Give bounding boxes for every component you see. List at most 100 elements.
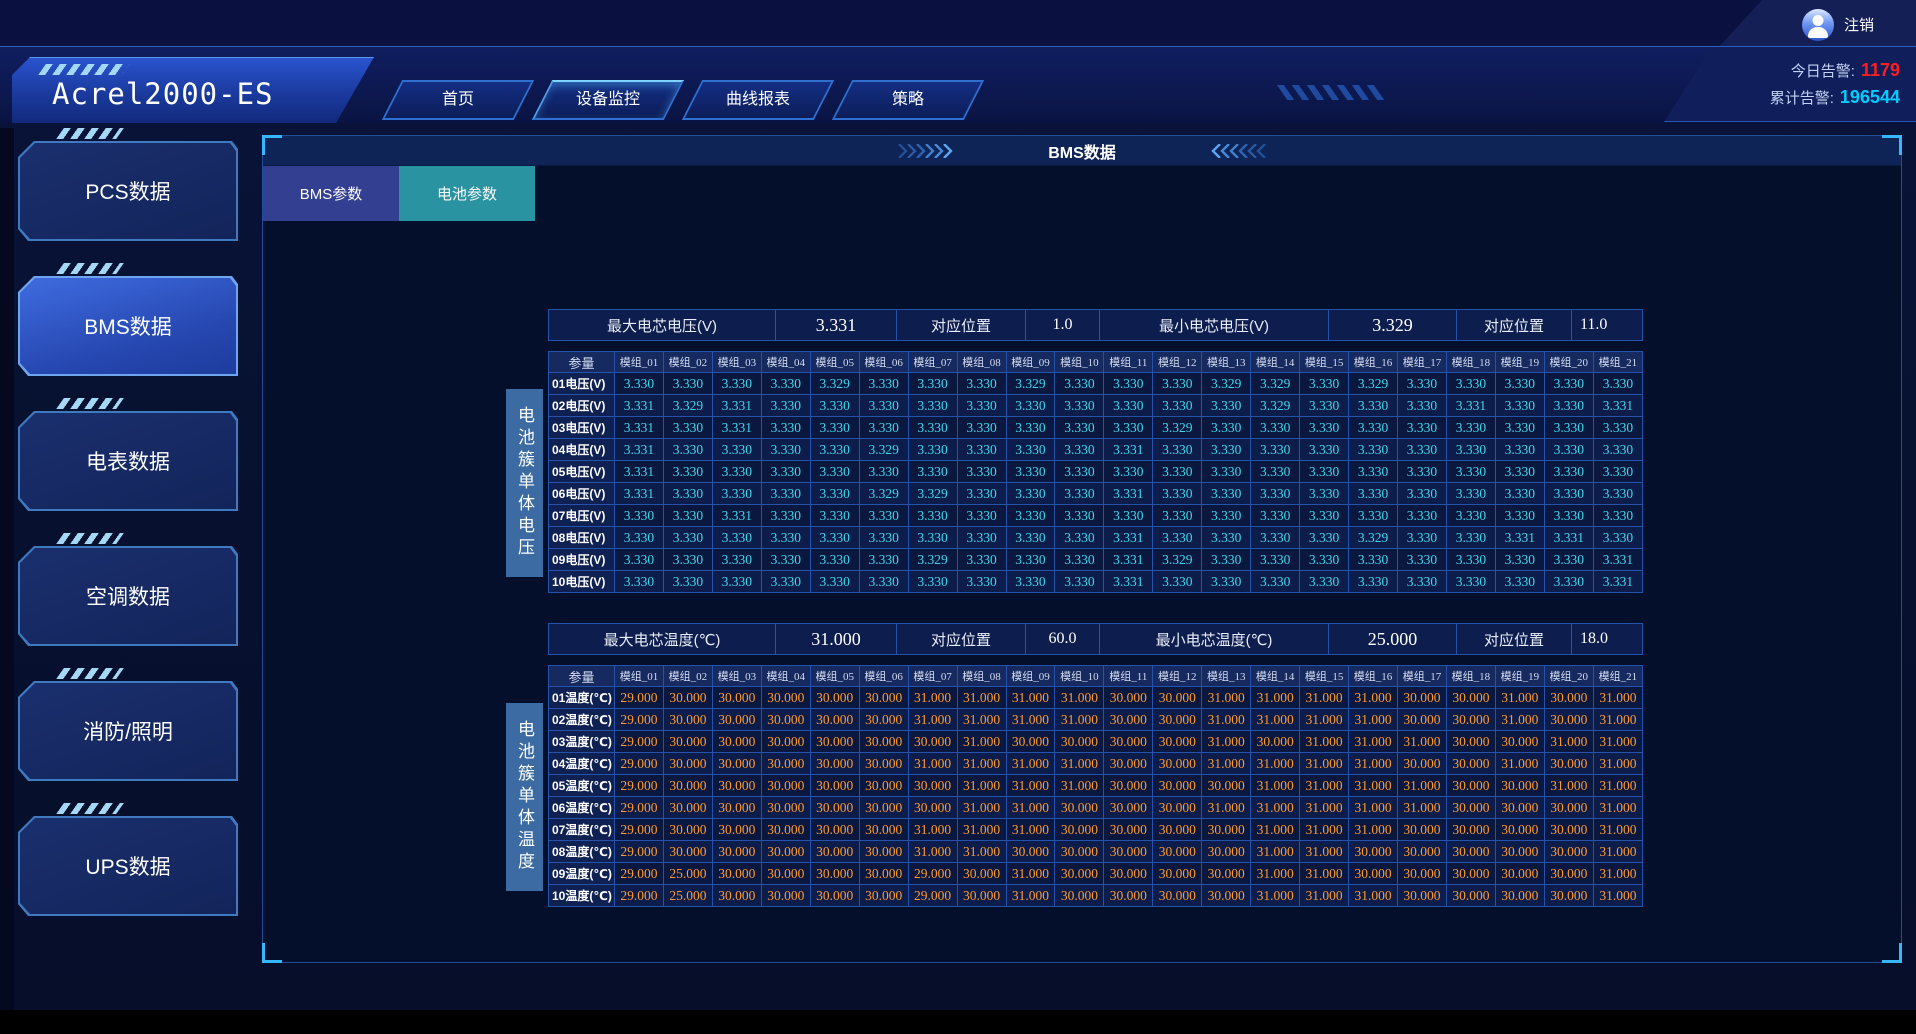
- value-cell: 31.000: [908, 687, 957, 709]
- value-cell: 3.330: [1593, 439, 1642, 461]
- nav-label: 策略: [844, 82, 972, 118]
- value-cell: 31.000: [1202, 797, 1251, 819]
- value-cell: 30.000: [1544, 753, 1593, 775]
- sidebar-item-bms[interactable]: BMS数据: [18, 263, 252, 376]
- value-cell: 30.000: [1153, 687, 1202, 709]
- value-cell: 3.330: [908, 461, 957, 483]
- column-header-cell: 模组_11: [1104, 666, 1153, 687]
- value-cell: 31.000: [1593, 709, 1642, 731]
- value-cell: 30.000: [761, 753, 810, 775]
- column-header-cell: 模组_19: [1495, 352, 1544, 373]
- corner-bracket: [1882, 135, 1902, 155]
- value-cell: 3.329: [859, 439, 908, 461]
- value-cell: 3.330: [712, 571, 761, 593]
- sidebar-item-pcs[interactable]: PCS数据: [18, 128, 252, 241]
- sidebar-item-ups[interactable]: UPS数据: [18, 803, 252, 916]
- tab-bms-params[interactable]: BMS参数: [263, 166, 399, 221]
- value-cell: 3.330: [1055, 373, 1104, 395]
- value-cell: 3.330: [810, 571, 859, 593]
- value-cell: 31.000: [1006, 819, 1055, 841]
- value-cell: 30.000: [1104, 819, 1153, 841]
- alarm-total: 累计告警: 196544: [1770, 87, 1900, 108]
- value-cell: 31.000: [1349, 687, 1398, 709]
- row-label-cell: 01电压(V): [549, 373, 615, 395]
- value-cell: 30.000: [957, 885, 1006, 907]
- value-cell: 3.330: [1300, 395, 1349, 417]
- table-row: 04温度(℃)29.00030.00030.00030.00030.00030.…: [549, 753, 1643, 775]
- alarm-today-label: 今日告警:: [1791, 60, 1855, 81]
- user-avatar-icon[interactable]: [1802, 9, 1834, 41]
- sidebar-item-meter[interactable]: 电表数据: [18, 398, 252, 511]
- value-cell: 30.000: [1153, 841, 1202, 863]
- row-label-cell: 01温度(℃): [549, 687, 615, 709]
- column-header-cell: 模组_05: [810, 352, 859, 373]
- column-header-cell: 模组_06: [859, 352, 908, 373]
- value-cell: 30.000: [1104, 863, 1153, 885]
- value-cell: 3.330: [1202, 505, 1251, 527]
- value-cell: 3.330: [957, 461, 1006, 483]
- value-cell: 3.331: [1544, 527, 1593, 549]
- column-header-cell: 模组_20: [1544, 352, 1593, 373]
- value-cell: 30.000: [761, 819, 810, 841]
- value-cell: 30.000: [1104, 709, 1153, 731]
- value-cell: 3.330: [761, 373, 810, 395]
- value-cell: 31.000: [1593, 885, 1642, 907]
- tab-battery-params[interactable]: 电池参数: [399, 166, 535, 221]
- value-cell: 3.331: [1495, 527, 1544, 549]
- nav-home[interactable]: 首页: [382, 80, 534, 120]
- value-cell: 3.330: [1495, 395, 1544, 417]
- value-cell: 3.330: [1349, 461, 1398, 483]
- value-cell: 30.000: [810, 797, 859, 819]
- sidebar-item-hvac[interactable]: 空调数据: [18, 533, 252, 646]
- value-cell: 30.000: [1055, 819, 1104, 841]
- value-cell: 3.330: [1593, 527, 1642, 549]
- value-cell: 31.000: [1251, 775, 1300, 797]
- column-header-cell: 模组_14: [1251, 352, 1300, 373]
- value-cell: 30.000: [712, 841, 761, 863]
- value-cell: 31.000: [1251, 709, 1300, 731]
- value-cell: 3.330: [1446, 505, 1495, 527]
- value-cell: 3.330: [1349, 571, 1398, 593]
- corner-bracket: [262, 135, 282, 155]
- value-cell: 30.000: [1202, 885, 1251, 907]
- temperature-table-group: 电池簇单体温度 最大电芯温度(℃)31.000对应位置60.0最小电芯温度(℃)…: [506, 623, 1901, 907]
- value-cell: 30.000: [810, 687, 859, 709]
- row-label-cell: 02温度(℃): [549, 709, 615, 731]
- sidebar-item-fire-lighting[interactable]: 消防/照明: [18, 668, 252, 781]
- title-arrows-left-icon: [1208, 144, 1266, 158]
- summary-label-cell: 对应位置: [1457, 310, 1572, 340]
- value-cell: 29.000: [615, 819, 664, 841]
- value-cell: 29.000: [615, 841, 664, 863]
- value-cell: 31.000: [1202, 731, 1251, 753]
- value-cell: 3.330: [1495, 571, 1544, 593]
- row-label-cell: 02电压(V): [549, 395, 615, 417]
- value-cell: 30.000: [712, 775, 761, 797]
- value-cell: 3.329: [908, 549, 957, 571]
- value-cell: 30.000: [1446, 797, 1495, 819]
- value-cell: 31.000: [1349, 709, 1398, 731]
- column-header-cell: 模组_12: [1153, 352, 1202, 373]
- nav-device-monitor[interactable]: 设备监控: [532, 80, 684, 120]
- row-label-cell: 03电压(V): [549, 417, 615, 439]
- row-label-cell: 05电压(V): [549, 461, 615, 483]
- value-cell: 30.000: [1495, 775, 1544, 797]
- summary-value-cell: 31.000: [776, 624, 897, 654]
- value-cell: 31.000: [1300, 709, 1349, 731]
- value-cell: 30.000: [712, 885, 761, 907]
- value-cell: 30.000: [859, 709, 908, 731]
- table-row: 05温度(℃)29.00030.00030.00030.00030.00030.…: [549, 775, 1643, 797]
- column-header-cell: 模组_03: [712, 666, 761, 687]
- value-cell: 3.330: [1251, 461, 1300, 483]
- sidebar-item-label: 消防/照明: [18, 681, 238, 781]
- logout-button[interactable]: 注销: [1844, 14, 1874, 35]
- nav-strategy[interactable]: 策略: [832, 80, 984, 120]
- nav-curve-report[interactable]: 曲线报表: [682, 80, 834, 120]
- value-cell: 3.330: [1495, 483, 1544, 505]
- value-cell: 30.000: [810, 775, 859, 797]
- value-cell: 3.330: [957, 571, 1006, 593]
- value-cell: 3.330: [1446, 461, 1495, 483]
- sidebar: PCS数据 BMS数据 电表数据 空调数据 消防/照明 UPS数据: [0, 128, 252, 938]
- value-cell: 3.330: [1593, 461, 1642, 483]
- column-header-cell: 模组_17: [1398, 352, 1447, 373]
- value-cell: 3.330: [1153, 439, 1202, 461]
